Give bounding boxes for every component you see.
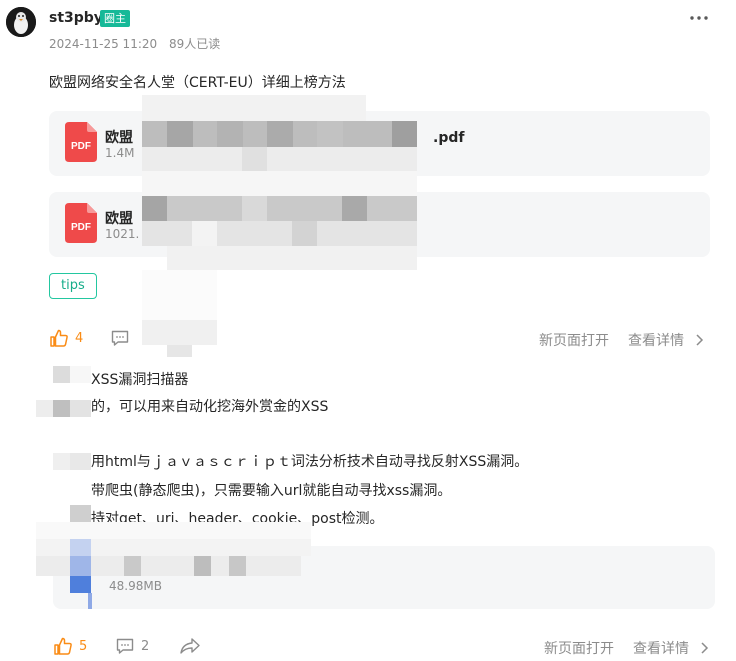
like-count: 4: [75, 330, 84, 346]
post-date: 2024-11-25 11:20: [49, 37, 158, 51]
read-count: 89人已读: [168, 37, 221, 51]
comment-count: 2: [141, 638, 150, 654]
file-name: 欧盟: [105, 211, 133, 227]
file-attachment-1[interactable]: PDF 欧盟 .pdf 1.4M: [49, 111, 710, 176]
chevron-right-icon: [696, 334, 704, 346]
tag-tips[interactable]: tips: [49, 273, 97, 299]
post2-line-4: 用html与ｊａｖａｓｃｒｉｐｔ词法分析技术自动寻找反射XSS漏洞。: [91, 454, 529, 470]
avatar-image: [6, 7, 36, 37]
post2-line-5: 带爬虫(静态爬虫)，只需要输入url就能自动寻找xss漏洞。: [91, 483, 452, 499]
like-icon: [50, 329, 68, 347]
file-size: 1021.: [105, 227, 140, 241]
comment-icon: [116, 638, 134, 654]
file-size: 48.98MB: [109, 579, 162, 593]
like-count: 5: [79, 638, 88, 654]
like-button[interactable]: 4: [49, 328, 83, 348]
view-detail-link[interactable]: 查看详情: [628, 330, 706, 350]
owner-badge: 圈主: [100, 10, 130, 27]
comment-icon: [111, 330, 129, 346]
chevron-right-icon: [701, 642, 709, 654]
share-button[interactable]: [179, 636, 201, 656]
post-title: 欧盟网络安全名人堂（CERT-EU）详细上榜方法: [49, 75, 346, 91]
like-button[interactable]: 5: [53, 636, 87, 656]
view-detail-label: 查看详情: [628, 333, 684, 349]
svg-text:PDF: PDF: [71, 222, 91, 233]
file-attachment-2[interactable]: PDF 欧盟 1021.: [49, 192, 710, 257]
share-icon: [180, 638, 200, 654]
like-icon: [54, 637, 72, 655]
view-detail-link[interactable]: 查看详情: [633, 638, 711, 658]
post-meta: 2024-11-25 11:20 89人已读: [49, 35, 220, 52]
username[interactable]: st3pby: [49, 10, 103, 26]
pdf-icon: PDF: [65, 122, 97, 162]
avatar[interactable]: [6, 7, 36, 37]
more-icon[interactable]: [688, 8, 710, 28]
file-name: 欧盟 .pdf: [105, 127, 464, 147]
open-new-page-link[interactable]: 新页面打开: [544, 638, 614, 658]
post2-line-1: XSS漏洞扫描器: [91, 372, 189, 388]
file-icon: [70, 568, 90, 592]
post2-line-6: 持对get、uri、header、cookie、post检测。: [91, 511, 384, 527]
file-name-end: .pdf: [433, 130, 465, 146]
file-size: 1.4M: [105, 146, 135, 160]
svg-text:PDF: PDF: [71, 141, 91, 152]
pdf-icon: PDF: [65, 203, 97, 243]
comment-button[interactable]: 2: [115, 636, 149, 656]
file-attachment-3[interactable]: 48.98MB: [53, 546, 715, 609]
comment-button[interactable]: [110, 328, 130, 348]
view-detail-label: 查看详情: [633, 641, 689, 657]
file-name-start: 欧盟: [105, 130, 133, 146]
post2-line-2: 的，可以用来自动化挖海外赏金的XSS: [91, 399, 329, 415]
open-new-page-link[interactable]: 新页面打开: [539, 330, 609, 350]
